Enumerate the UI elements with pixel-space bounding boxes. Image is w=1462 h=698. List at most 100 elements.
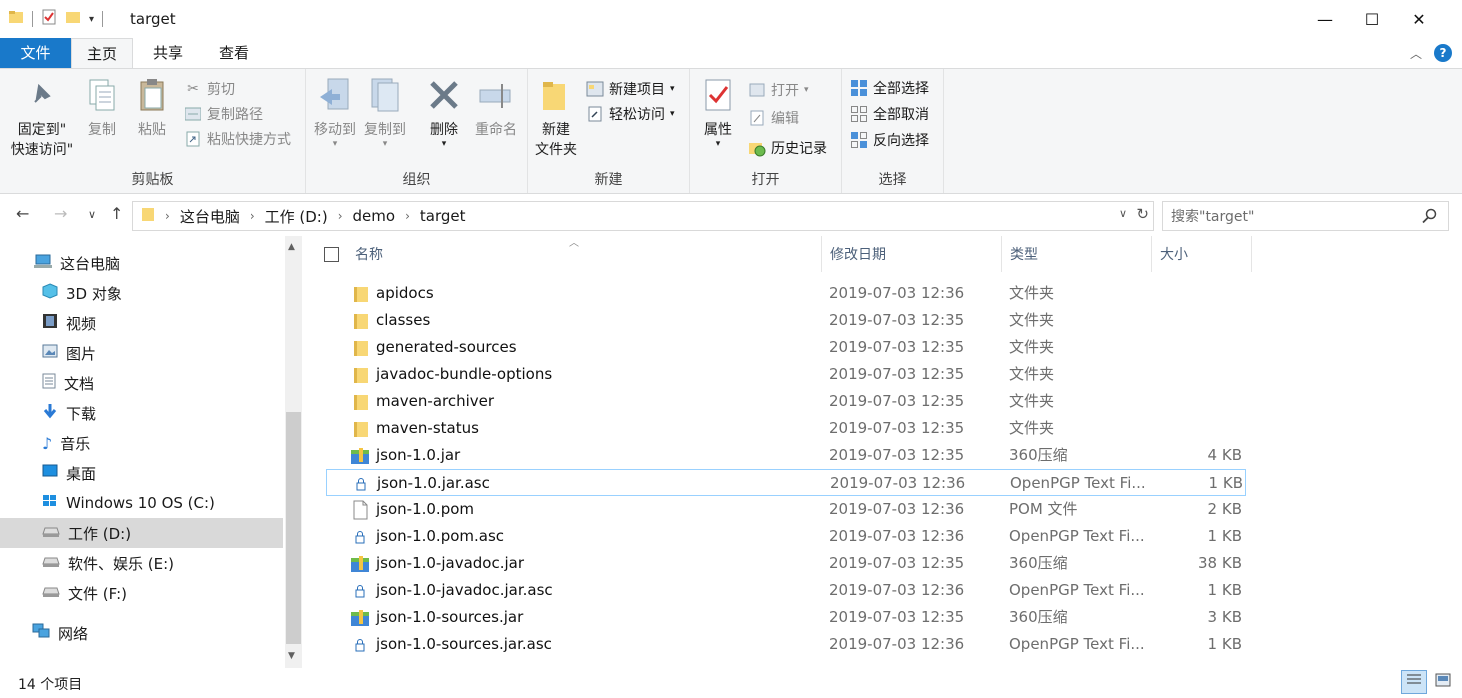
navigation-scrollbar[interactable]: ▲ ▼ — [285, 236, 302, 668]
pin-quick-access-button[interactable]: 固定到" 快速访问" — [8, 75, 76, 159]
nav-item-3d-objects[interactable]: 3D 对象 — [0, 278, 283, 308]
select-all-button[interactable]: 全部选择 — [850, 76, 929, 100]
file-row[interactable]: javadoc-bundle-options 2019-07-03 12:35 文件… — [326, 361, 1246, 388]
column-header-date[interactable]: 修改日期 — [822, 236, 1002, 272]
refresh-icon[interactable]: ↻ — [1136, 205, 1149, 223]
scroll-down-arrow-icon[interactable]: ▼ — [288, 651, 295, 661]
copy-path-button[interactable]: 复制路径 — [184, 102, 263, 126]
nav-item-drive-f[interactable]: 文件 (F:) — [0, 578, 283, 608]
recent-locations-chevron-icon[interactable]: ∨ — [88, 208, 96, 221]
copy-button[interactable]: 复制 — [80, 75, 124, 139]
file-row[interactable]: classes 2019-07-03 12:35 文件夹 — [326, 307, 1246, 334]
column-header-type[interactable]: 类型 — [1002, 236, 1152, 272]
file-row[interactable]: apidocs 2019-07-03 12:36 文件夹 — [326, 280, 1246, 307]
history-button[interactable]: 历史记录 — [748, 136, 827, 160]
new-item-button[interactable]: 新建项目 ▾ — [586, 77, 675, 101]
copy-to-button[interactable]: 复制到 ▾ — [362, 75, 408, 149]
chevron-right-icon[interactable]: › — [405, 209, 410, 223]
folder-icon[interactable] — [8, 9, 24, 29]
chevron-right-icon[interactable]: › — [165, 209, 170, 223]
file-row[interactable]: generated-sources 2019-07-03 12:35 文件夹 — [326, 334, 1246, 361]
file-row[interactable]: json-1.0.pom.asc 2019-07-03 12:36 OpenPGP … — [326, 523, 1246, 550]
tab-home[interactable]: 主页 — [71, 38, 133, 69]
file-row[interactable]: maven-archiver 2019-07-03 12:35 文件夹 — [326, 388, 1246, 415]
file-row[interactable]: json-1.0.pom 2019-07-03 12:36 POM 文件 2 KB — [326, 496, 1246, 523]
new-folder-icon[interactable] — [65, 9, 81, 29]
file-size: 2 KB — [1207, 500, 1242, 518]
nav-item-music[interactable]: ♪ 音乐 — [0, 428, 283, 458]
invert-selection-icon — [850, 131, 868, 149]
back-arrow-icon[interactable]: ← — [16, 204, 29, 223]
select-all-checkbox[interactable] — [324, 246, 339, 262]
file-row[interactable]: json-1.0-javadoc.jar 2019-07-03 12:35 360压… — [326, 550, 1246, 577]
column-header-size[interactable]: 大小 — [1152, 236, 1252, 272]
invert-selection-button[interactable]: 反向选择 — [850, 128, 929, 152]
file-size — [1152, 388, 1242, 415]
rename-button[interactable]: 重命名 — [470, 75, 522, 139]
collapse-ribbon-icon[interactable]: ︿ — [1410, 45, 1422, 62]
move-to-button[interactable]: 移动到 ▾ — [312, 75, 358, 149]
customize-chevron-icon[interactable]: ▾ — [89, 14, 94, 25]
tab-share[interactable]: 共享 — [133, 38, 203, 68]
tab-file[interactable]: 文件 — [0, 38, 71, 68]
folder-icon — [350, 365, 370, 385]
nav-item-desktop[interactable]: 桌面 — [0, 458, 283, 488]
delete-button[interactable]: 删除 ▾ — [422, 75, 466, 149]
paste-button[interactable]: 粘贴 — [130, 75, 174, 139]
chevron-right-icon[interactable]: › — [338, 209, 343, 223]
file-size: 4 KB — [1207, 446, 1242, 464]
edit-button[interactable]: 编辑 — [748, 106, 799, 130]
minimize-button[interactable]: — — [1302, 0, 1348, 38]
breadcrumb-drive-d[interactable]: 工作 (D:) — [265, 206, 328, 227]
file-row[interactable]: json-1.0.jar.asc 2019-07-03 12:36 OpenPGP … — [326, 469, 1246, 496]
easy-access-button[interactable]: 轻松访问 ▾ — [586, 102, 675, 126]
breadcrumb-target[interactable]: target — [420, 207, 466, 225]
open-button[interactable]: 打开 ▾ — [748, 78, 809, 102]
cut-button[interactable]: ✂ 剪切 — [184, 77, 235, 101]
select-all-icon — [850, 79, 868, 97]
nav-item-downloads[interactable]: 下载 — [0, 398, 283, 428]
nav-item-drive-d[interactable]: 工作 (D:) — [0, 518, 283, 548]
address-dropdown-chevron-icon[interactable]: ∨ — [1119, 207, 1127, 220]
scroll-up-arrow-icon[interactable]: ▲ — [288, 242, 295, 252]
copy-icon — [82, 75, 122, 115]
select-none-button[interactable]: 全部取消 — [850, 102, 929, 126]
lock-file-icon — [350, 635, 370, 655]
maximize-button[interactable]: ☐ — [1349, 0, 1395, 38]
file-row[interactable]: maven-status 2019-07-03 12:35 文件夹 — [326, 415, 1246, 442]
close-button[interactable]: ✕ — [1396, 0, 1442, 38]
nav-item-network[interactable]: 网络 — [0, 618, 283, 648]
file-size — [1152, 415, 1242, 442]
nav-item-videos[interactable]: 视频 — [0, 308, 283, 338]
file-row[interactable]: json-1.0-sources.jar 2019-07-03 12:35 360压… — [326, 604, 1246, 631]
paste-shortcut-button[interactable]: 粘贴快捷方式 — [184, 127, 291, 151]
up-arrow-icon[interactable]: ↑ — [110, 204, 123, 223]
address-bar[interactable]: › 这台电脑 › 工作 (D:) › demo › target ∨ ↻ — [132, 201, 1154, 231]
large-icons-view-button[interactable] — [1430, 670, 1456, 694]
nav-item-drive-c[interactable]: Windows 10 OS (C:) — [0, 488, 283, 518]
nav-item-drive-e[interactable]: 软件、娱乐 (E:) — [0, 548, 283, 578]
file-row[interactable]: json-1.0.jar 2019-07-03 12:35 360压缩 4 KB — [326, 442, 1246, 469]
pin-icon — [22, 75, 62, 115]
details-view-button[interactable] — [1401, 670, 1427, 694]
chevron-right-icon[interactable]: › — [250, 209, 255, 223]
file-row[interactable]: json-1.0-sources.jar.asc 2019-07-03 12:36… — [326, 631, 1246, 658]
search-input[interactable]: 搜索"target" — [1162, 201, 1449, 231]
scrollbar-thumb[interactable] — [286, 412, 301, 644]
help-icon[interactable]: ? — [1434, 44, 1452, 62]
breadcrumb-this-pc[interactable]: 这台电脑 — [180, 206, 240, 227]
forward-arrow-icon[interactable]: → — [54, 204, 67, 223]
nav-item-this-pc[interactable]: 这台电脑 — [0, 248, 283, 278]
cube-icon — [42, 283, 58, 303]
new-folder-button[interactable]: 新建 文件夹 — [532, 75, 580, 159]
tab-view[interactable]: 查看 — [203, 38, 265, 68]
properties-icon[interactable] — [41, 9, 57, 29]
paste-label: 粘贴 — [138, 122, 166, 138]
nav-item-pictures[interactable]: 图片 — [0, 338, 283, 368]
archive-icon — [350, 554, 370, 574]
column-header-name[interactable]: 名称 — [310, 236, 822, 272]
properties-button[interactable]: 属性 ▾ — [696, 75, 740, 149]
file-row[interactable]: json-1.0-javadoc.jar.asc 2019-07-03 12:36… — [326, 577, 1246, 604]
nav-item-documents[interactable]: 文档 — [0, 368, 283, 398]
breadcrumb-demo[interactable]: demo — [353, 207, 396, 225]
